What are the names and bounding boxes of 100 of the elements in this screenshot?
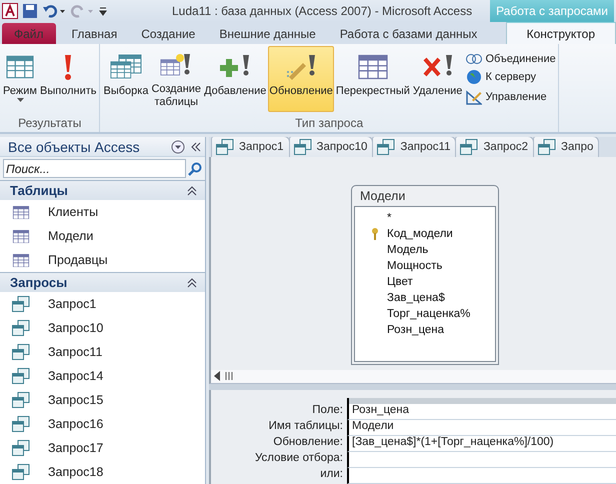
document-tab-label: Запрос2	[483, 140, 528, 153]
nav-item[interactable]: Запрос1	[0, 292, 205, 316]
union-icon	[466, 53, 482, 65]
collapse-icon[interactable]	[187, 186, 197, 196]
ribbon-button[interactable]: Перекрестный	[334, 46, 411, 112]
grid-cell[interactable]: Модели	[347, 420, 616, 436]
ribbon-button[interactable]: Создание таблицы	[150, 46, 202, 112]
nav-pane-title: Все объекты Access	[8, 138, 141, 154]
nav-item-label: Запрос16	[48, 417, 104, 431]
customize-icon[interactable]	[98, 5, 108, 17]
ribbon-tab[interactable]: Работа с базами данных	[328, 23, 490, 44]
nav-item[interactable]: Запрос17	[0, 436, 205, 460]
query-icon	[12, 296, 30, 312]
query-icon	[12, 464, 30, 480]
scroll-thumb-icon[interactable]	[223, 371, 235, 382]
nav-item[interactable]: Запрос18	[0, 460, 205, 484]
nav-item[interactable]: Запрос16	[0, 412, 205, 436]
grid-row-label: Имя таблицы:	[268, 420, 344, 434]
ribbon-button[interactable]: Режим	[2, 46, 38, 112]
collapse-icon[interactable]	[187, 278, 197, 288]
grid-row-label: Условие отбора:	[254, 452, 344, 466]
search-field[interactable]: Поиск...	[3, 159, 186, 178]
group-label: Тип запроса	[294, 116, 364, 132]
section-header[interactable]: Таблицы	[0, 180, 205, 200]
tables-icon	[110, 53, 142, 81]
document-tab-label: Запрос10	[316, 140, 368, 153]
field-name[interactable]: Торг_наценка%	[387, 308, 470, 320]
nav-item-label: Запрос15	[48, 393, 104, 407]
ribbon-tab[interactable]: Внешние данные	[207, 23, 328, 44]
query-icon	[460, 138, 478, 155]
document-tab-label: Запрос1	[239, 140, 284, 153]
ribbon-button[interactable]: Удаление	[412, 46, 464, 112]
field-name[interactable]: Мощность	[387, 260, 442, 272]
query-icon	[377, 138, 396, 155]
query-icon	[12, 392, 30, 408]
nav-item-label: Модели	[48, 229, 94, 243]
scroll-left-icon[interactable]	[213, 371, 221, 382]
nav-item-label: Запрос17	[48, 441, 104, 455]
grid-row-label: Обновление:	[272, 436, 344, 450]
nav-item[interactable]: Продавцы	[0, 248, 205, 272]
field-name[interactable]: Розн_цена	[387, 324, 444, 336]
grid-row-label: Поле:	[311, 404, 344, 418]
document-tab[interactable]: Запрос1	[211, 137, 290, 157]
query-icon	[12, 320, 30, 336]
ruler-pencil-icon	[466, 89, 482, 105]
document-tab[interactable]: Запро	[533, 137, 600, 157]
field-name[interactable]: *	[387, 212, 392, 224]
document-tab[interactable]: Запрос2	[455, 137, 534, 157]
nav-item[interactable]: Клиенты	[0, 200, 205, 224]
field-name[interactable]: Цвет	[387, 276, 413, 288]
ribbon-button[interactable]: Выборка	[102, 46, 150, 112]
field-name[interactable]: Код_модели	[387, 228, 453, 240]
ribbon-small-button[interactable]: К серверу	[466, 68, 556, 86]
document-tab-label: Запро	[561, 140, 594, 153]
grid-cell[interactable]: [Зав_цена$]*(1+[Торг_наценка%]/100)	[347, 436, 616, 452]
nav-item[interactable]: Запрос15	[0, 388, 205, 412]
table-icon	[12, 253, 30, 267]
grid-cell[interactable]: Розн_цена	[347, 404, 616, 420]
query-icon	[216, 138, 234, 155]
save-icon[interactable]	[22, 3, 38, 19]
app-logo-icon	[2, 3, 18, 19]
query-icon	[12, 440, 30, 456]
globe-icon	[466, 69, 482, 85]
dropdown-circle-icon[interactable]	[171, 140, 185, 154]
document-tab[interactable]: Запрос11	[372, 137, 456, 157]
query-icon	[12, 368, 30, 384]
ribbon-tab[interactable]: Конструктор	[506, 21, 616, 44]
nav-item[interactable]: Запрос10	[0, 316, 205, 340]
ribbon-button[interactable]: Добавление	[203, 46, 268, 112]
nav-item[interactable]: Запрос11	[0, 340, 205, 364]
ribbon-button[interactable]: Обновление	[268, 46, 334, 112]
document-tab[interactable]: Запрос10	[288, 137, 374, 157]
undo-icon[interactable]	[42, 4, 66, 18]
table-icon	[12, 229, 30, 243]
query-icon	[538, 138, 556, 155]
document-tab-label: Запрос11	[400, 140, 450, 153]
window-title: Luda11 : база данных (Access 2007) - Microsoft Access	[171, 4, 474, 18]
caret-icon	[16, 98, 24, 102]
nav-item[interactable]: Модели	[0, 224, 205, 248]
field-list-title: Модели	[359, 188, 406, 205]
query-icon	[12, 344, 30, 360]
ribbon-tab[interactable]: Главная	[60, 23, 130, 44]
collapse-chevrons-icon[interactable]	[191, 142, 201, 152]
table-icon	[12, 205, 30, 219]
ribbon-small-button[interactable]: Объединение	[466, 52, 556, 66]
nav-item-label: Запрос11	[48, 345, 102, 359]
nav-item[interactable]: Запрос14	[0, 364, 205, 388]
field-name[interactable]: Модель	[387, 244, 428, 256]
field-name[interactable]: Зав_цена$	[387, 292, 445, 304]
ribbon-small-button[interactable]: Управление	[466, 88, 556, 106]
nav-item-label: Запрос14	[48, 369, 104, 383]
ribbon-tab[interactable]: Создание	[129, 23, 208, 44]
query-icon	[294, 138, 312, 155]
section-header[interactable]: Запросы	[0, 272, 205, 292]
search-icon[interactable]	[188, 162, 202, 176]
nav-item-label: Продавцы	[48, 253, 108, 267]
query-icon	[12, 416, 30, 432]
grid-row-label: или:	[319, 468, 344, 482]
ribbon-button[interactable]: Выполнить	[39, 46, 98, 112]
key-icon	[371, 228, 379, 240]
